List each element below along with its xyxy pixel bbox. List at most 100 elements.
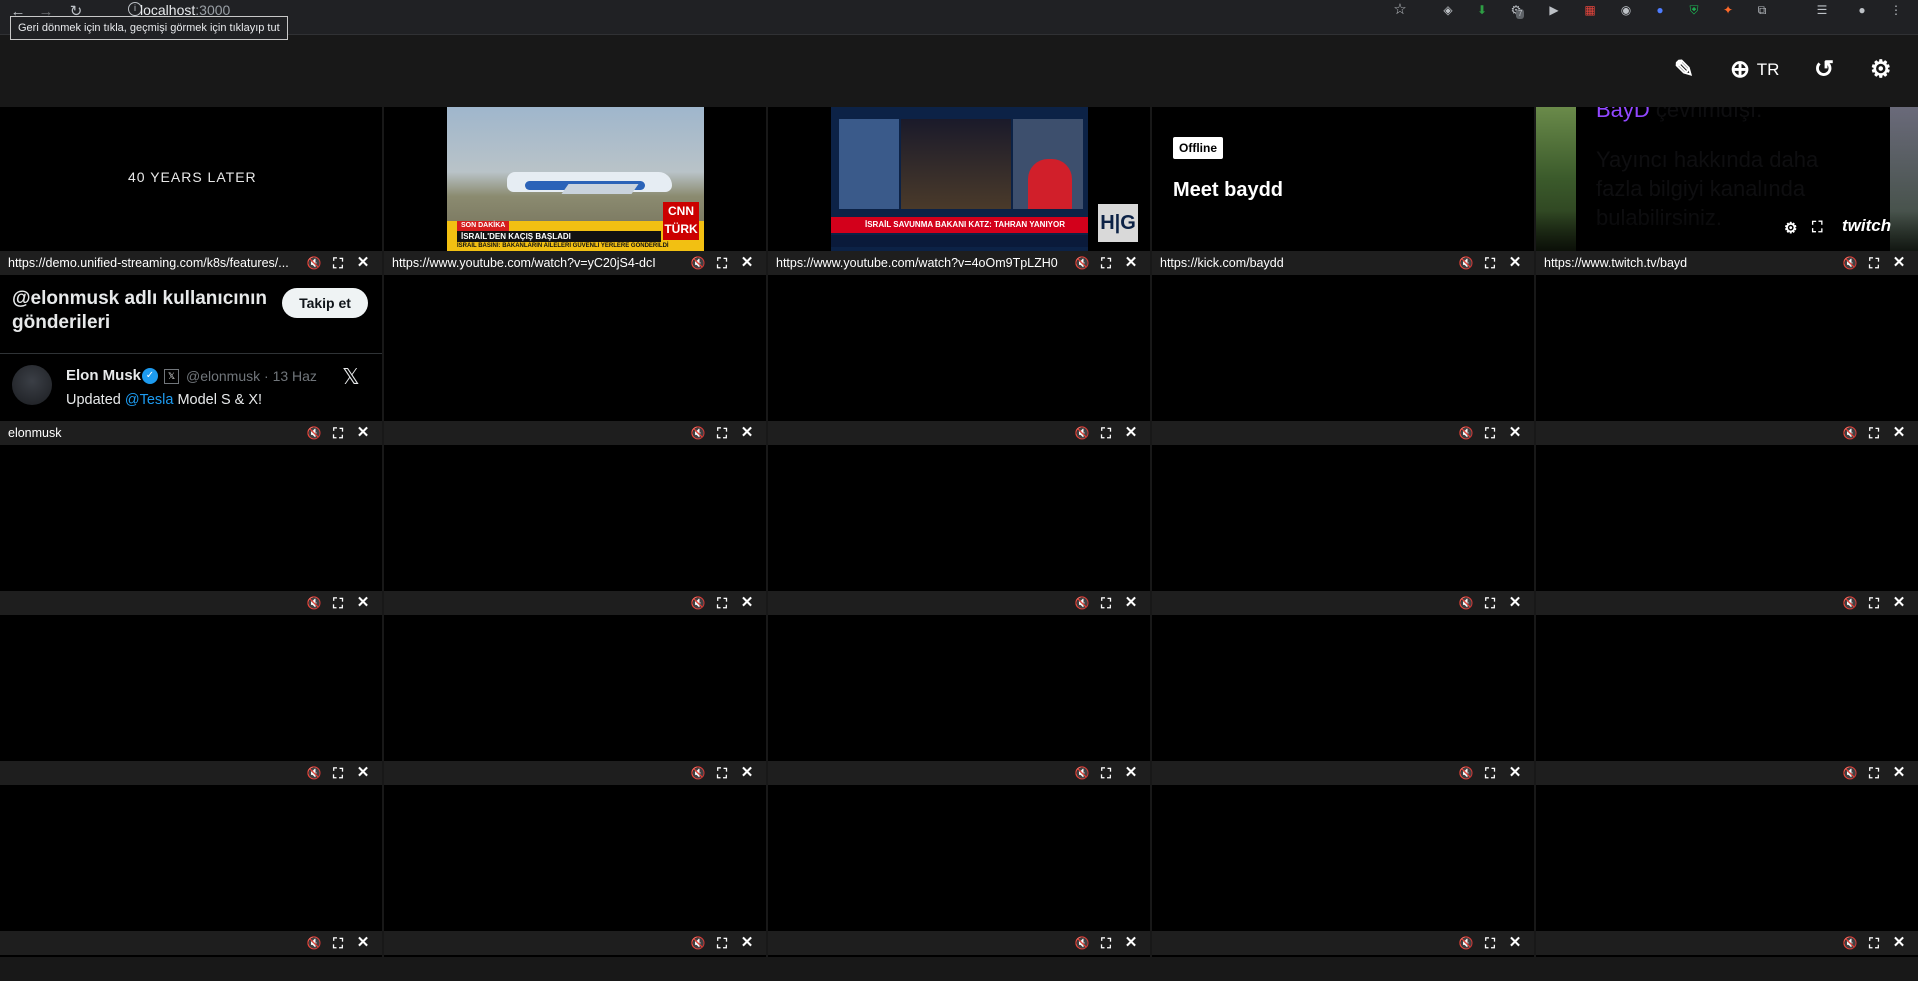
empty-player[interactable]: [0, 447, 382, 591]
extension-cc-icon[interactable]: ◉: [1616, 1, 1636, 19]
mute-icon[interactable]: 🔇: [689, 594, 707, 612]
close-icon[interactable]: ✕: [1122, 424, 1140, 442]
close-icon[interactable]: ✕: [354, 934, 372, 952]
empty-player[interactable]: [768, 617, 1150, 761]
empty-player[interactable]: [1152, 447, 1534, 591]
mute-icon[interactable]: 🔇: [689, 764, 707, 782]
empty-player[interactable]: [0, 787, 382, 931]
close-icon[interactable]: ✕: [1122, 764, 1140, 782]
avatar[interactable]: [12, 365, 52, 405]
language-selector[interactable]: ⊕ TR: [1730, 55, 1779, 85]
profile-avatar-icon[interactable]: ●: [1852, 1, 1872, 19]
mute-icon[interactable]: 🔇: [305, 254, 323, 272]
mute-icon[interactable]: 🔇: [1073, 254, 1091, 272]
empty-player[interactable]: [1152, 617, 1534, 761]
extension-shield-green-icon[interactable]: ⛨: [1684, 1, 1704, 19]
fullscreen-icon[interactable]: ⛶: [1865, 424, 1883, 442]
tweet-mention[interactable]: @Tesla: [125, 392, 174, 408]
fullscreen-icon[interactable]: ⛶: [1097, 764, 1115, 782]
extensions-puzzle-icon[interactable]: ⧉: [1752, 1, 1772, 19]
fullscreen-icon[interactable]: ⛶: [1481, 424, 1499, 442]
fullscreen-icon[interactable]: ⛶: [1865, 254, 1883, 272]
empty-player[interactable]: [1536, 277, 1918, 421]
close-icon[interactable]: ✕: [1890, 254, 1908, 272]
empty-player[interactable]: [384, 447, 766, 591]
close-icon[interactable]: ✕: [1506, 424, 1524, 442]
mute-icon[interactable]: 🔇: [1457, 594, 1475, 612]
empty-player[interactable]: [384, 787, 766, 931]
extension-puzzle-badge-icon[interactable]: ⚙7: [1506, 1, 1526, 19]
bookmark-star-icon[interactable]: ☆: [1390, 1, 1410, 19]
mute-icon[interactable]: 🔇: [1073, 764, 1091, 782]
close-icon[interactable]: ✕: [1506, 254, 1524, 272]
twitch-logo[interactable]: twitch: [1842, 216, 1891, 236]
reading-list-icon[interactable]: ☰: [1812, 1, 1832, 19]
player-fullscreen-icon[interactable]: ⛶: [1812, 219, 1823, 236]
mute-icon[interactable]: 🔇: [1073, 424, 1091, 442]
empty-player[interactable]: [768, 447, 1150, 591]
mute-icon[interactable]: 🔇: [1073, 594, 1091, 612]
mute-icon[interactable]: 🔇: [1841, 424, 1859, 442]
kick-player[interactable]: KICK Offline Meet baydd: [1152, 107, 1534, 251]
close-icon[interactable]: ✕: [1890, 424, 1908, 442]
x-logo-icon[interactable]: 𝕏: [342, 364, 360, 390]
close-icon[interactable]: ✕: [1122, 254, 1140, 272]
extension-video-icon[interactable]: ▶: [1544, 1, 1564, 19]
fullscreen-icon[interactable]: ⛶: [329, 254, 347, 272]
close-icon[interactable]: ✕: [354, 764, 372, 782]
mute-icon[interactable]: 🔇: [1457, 424, 1475, 442]
mute-icon[interactable]: 🔇: [305, 934, 323, 952]
player-settings-icon[interactable]: ⚙: [1784, 219, 1797, 237]
close-icon[interactable]: ✕: [738, 934, 756, 952]
empty-player[interactable]: [1536, 617, 1918, 761]
empty-player[interactable]: [768, 787, 1150, 931]
mute-icon[interactable]: 🔇: [1841, 594, 1859, 612]
reset-icon[interactable]: ↺: [1814, 55, 1834, 85]
fullscreen-icon[interactable]: ⛶: [329, 764, 347, 782]
twitter-timeline[interactable]: @elonmusk adlı kullanıcının gönderileri …: [0, 277, 382, 421]
fullscreen-icon[interactable]: ⛶: [713, 424, 731, 442]
edit-icon[interactable]: ✎: [1674, 55, 1694, 85]
mute-icon[interactable]: 🔇: [689, 254, 707, 272]
fullscreen-icon[interactable]: ⛶: [713, 594, 731, 612]
close-icon[interactable]: ✕: [738, 254, 756, 272]
empty-player[interactable]: [1152, 277, 1534, 421]
fullscreen-icon[interactable]: ⛶: [1865, 764, 1883, 782]
mute-icon[interactable]: 🔇: [689, 934, 707, 952]
extension-grid-icon[interactable]: ▦: [1580, 1, 1600, 19]
extension-download-icon[interactable]: ⬇: [1472, 1, 1492, 19]
close-icon[interactable]: ✕: [1122, 594, 1140, 612]
fullscreen-icon[interactable]: ⛶: [713, 934, 731, 952]
close-icon[interactable]: ✕: [1506, 934, 1524, 952]
empty-player[interactable]: [1536, 787, 1918, 931]
close-icon[interactable]: ✕: [1890, 594, 1908, 612]
close-icon[interactable]: ✕: [738, 764, 756, 782]
fullscreen-icon[interactable]: ⛶: [1481, 764, 1499, 782]
video-player[interactable]: 40 YEARS LATER: [0, 107, 382, 251]
empty-player[interactable]: [1536, 447, 1918, 591]
settings-gear-icon[interactable]: ⚙: [1870, 55, 1892, 85]
fullscreen-icon[interactable]: ⛶: [1481, 254, 1499, 272]
browser-menu-icon[interactable]: ⋮: [1886, 1, 1906, 19]
close-icon[interactable]: ✕: [354, 594, 372, 612]
close-icon[interactable]: ✕: [1506, 594, 1524, 612]
mute-icon[interactable]: 🔇: [305, 764, 323, 782]
empty-player[interactable]: [0, 617, 382, 761]
close-icon[interactable]: ✕: [1890, 764, 1908, 782]
mute-icon[interactable]: 🔇: [1841, 764, 1859, 782]
close-icon[interactable]: ✕: [354, 254, 372, 272]
fullscreen-icon[interactable]: ⛶: [329, 424, 347, 442]
twitch-player[interactable]: BayD çevrimdışı. Yayıncı hakkında daha f…: [1536, 107, 1918, 251]
empty-player[interactable]: [384, 277, 766, 421]
extension-fox-icon[interactable]: ✦: [1718, 1, 1738, 19]
fullscreen-icon[interactable]: ⛶: [713, 254, 731, 272]
fullscreen-icon[interactable]: ⛶: [1481, 594, 1499, 612]
fullscreen-icon[interactable]: ⛶: [329, 934, 347, 952]
mute-icon[interactable]: 🔇: [1073, 934, 1091, 952]
fullscreen-icon[interactable]: ⛶: [1481, 934, 1499, 952]
close-icon[interactable]: ✕: [1506, 764, 1524, 782]
fullscreen-icon[interactable]: ⛶: [1865, 934, 1883, 952]
fullscreen-icon[interactable]: ⛶: [1865, 594, 1883, 612]
close-icon[interactable]: ✕: [1890, 934, 1908, 952]
fullscreen-icon[interactable]: ⛶: [1097, 424, 1115, 442]
